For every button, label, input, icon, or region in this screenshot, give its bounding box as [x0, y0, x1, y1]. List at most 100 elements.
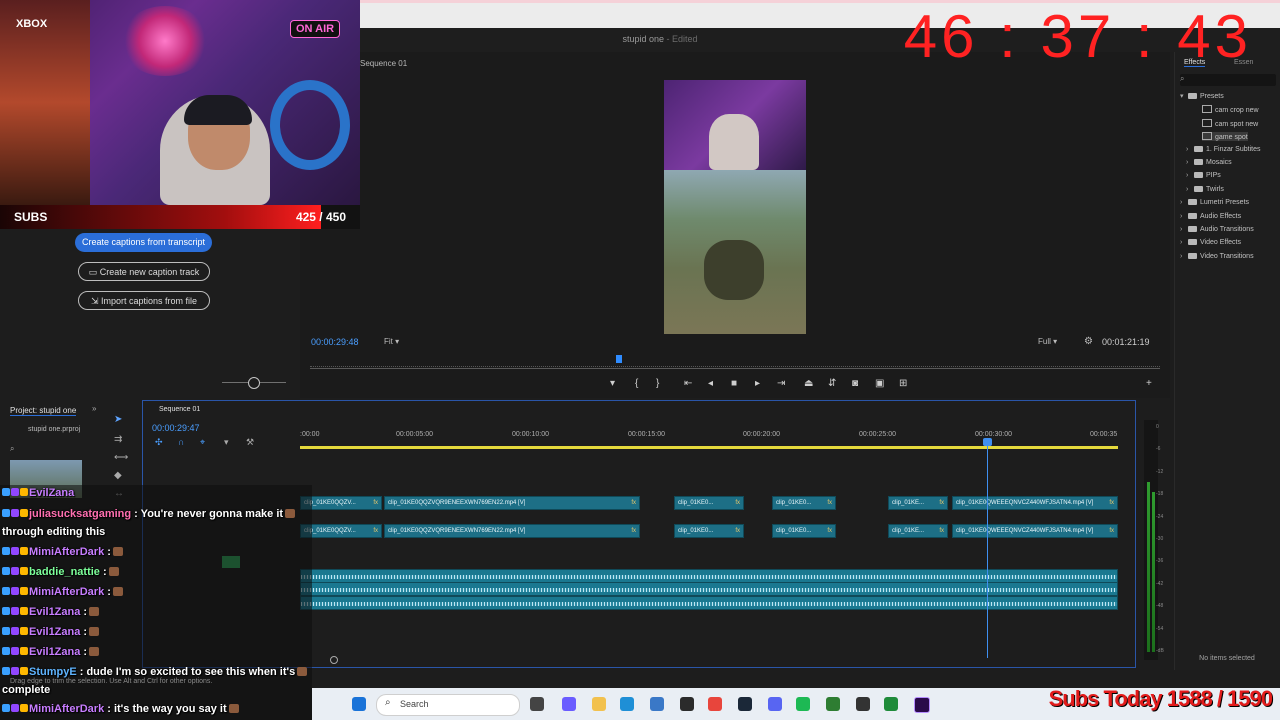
- video-clip[interactable]: clip_01KE0QQZVQR9ENEEXWN769EN22.mp4 [V] …: [384, 496, 640, 510]
- timeline-playhead[interactable]: [987, 438, 988, 658]
- chevron-right-icon[interactable]: ›: [1186, 186, 1194, 193]
- settings-wrench-icon[interactable]: ⚒: [246, 437, 254, 448]
- video-clip[interactable]: clip_01KE0... fx: [772, 496, 836, 510]
- import-captions-button[interactable]: ⇲ Import captions from file: [78, 291, 210, 310]
- effects-item-video-effects[interactable]: › Video Effects: [1180, 239, 1241, 246]
- video-clip[interactable]: clip_01KE0QQZV... fx: [300, 496, 382, 510]
- audio-clip-a1b[interactable]: [300, 582, 1118, 596]
- fx-badge-icon[interactable]: fx: [1109, 497, 1114, 509]
- create-caption-track-button[interactable]: ▭ Create new caption track: [78, 262, 210, 281]
- windows-start-icon[interactable]: [352, 697, 366, 711]
- step-forward-icon[interactable]: ▸: [755, 378, 760, 389]
- video-clip[interactable]: clip_01KE0QQZV... fx: [300, 524, 382, 538]
- video-clip[interactable]: clip_01KE... fx: [888, 524, 948, 538]
- fx-badge-icon[interactable]: fx: [631, 497, 636, 509]
- timeline-timecode[interactable]: 00:00:29:47: [152, 423, 200, 433]
- audio-clip-a2[interactable]: [300, 596, 1118, 610]
- copilot-icon[interactable]: [562, 697, 576, 711]
- effects-item-mosaics[interactable]: › Mosaics: [1186, 159, 1232, 166]
- selection-tool-icon[interactable]: ➤: [114, 414, 122, 425]
- stop-icon[interactable]: ■: [731, 378, 737, 389]
- add-marker-icon[interactable]: ⌖: [200, 437, 205, 448]
- obs-icon[interactable]: [680, 697, 694, 711]
- video-clip[interactable]: clip_01KE0QWEEEQNVCZ440WFJSATN4.mp4 [V] …: [952, 496, 1118, 510]
- lift-icon[interactable]: ⏏: [804, 378, 813, 389]
- mark-in-icon[interactable]: {: [635, 378, 638, 389]
- comparison-view-icon[interactable]: ▣: [875, 378, 884, 389]
- chevron-right-icon[interactable]: ›: [1180, 226, 1188, 233]
- fit-dropdown[interactable]: Fit ▾: [384, 337, 424, 346]
- fx-badge-icon[interactable]: fx: [373, 497, 378, 509]
- fx-badge-icon[interactable]: fx: [735, 497, 740, 509]
- timeline-tab[interactable]: Sequence 01: [159, 406, 200, 413]
- work-area-bar[interactable]: [300, 446, 1118, 449]
- xbox-app-icon[interactable]: [826, 697, 840, 711]
- fx-badge-icon[interactable]: fx: [631, 525, 636, 537]
- create-captions-from-transcript-button[interactable]: Create captions from transcript: [75, 233, 212, 252]
- add-marker-icon[interactable]: ▾: [610, 378, 615, 389]
- program-playhead[interactable]: [616, 355, 622, 363]
- chevron-right-icon[interactable]: ›: [1180, 213, 1188, 220]
- spotify-icon[interactable]: [796, 697, 810, 711]
- quality-dropdown[interactable]: Full ▾: [1038, 337, 1074, 346]
- effects-item-game-spot[interactable]: game spot: [1202, 132, 1248, 142]
- zoom-slider-knob[interactable]: [248, 377, 260, 389]
- taskbar-search[interactable]: [376, 694, 520, 716]
- task-view-icon[interactable]: [530, 697, 544, 711]
- effects-item-cam-crop-new[interactable]: cam crop new: [1202, 105, 1259, 114]
- export-frame-icon[interactable]: ◙: [852, 378, 858, 389]
- chrome-icon[interactable]: [708, 697, 722, 711]
- program-current-timecode[interactable]: 00:00:29:48: [311, 337, 359, 347]
- premiere-pro-icon[interactable]: [914, 697, 930, 713]
- search-icon[interactable]: ⌕: [10, 444, 14, 454]
- trim-icon[interactable]: ⊞: [899, 378, 907, 389]
- marker-icon[interactable]: ▾: [224, 437, 229, 448]
- file-explorer-icon[interactable]: [592, 697, 606, 711]
- effects-search-input[interactable]: ⌕: [1180, 74, 1276, 86]
- chevron-right-icon[interactable]: ›: [1180, 199, 1188, 206]
- timeline-zoom-knob[interactable]: [330, 656, 338, 664]
- chevron-right-icon[interactable]: ›: [1186, 172, 1194, 179]
- fx-badge-icon[interactable]: fx: [939, 497, 944, 509]
- fx-badge-icon[interactable]: fx: [735, 525, 740, 537]
- excel-icon[interactable]: [884, 697, 898, 711]
- video-clip[interactable]: clip_01KE0... fx: [772, 524, 836, 538]
- razor-tool-icon[interactable]: ◆: [114, 470, 122, 481]
- effects-item-audio-transitions[interactable]: › Audio Transitions: [1180, 226, 1254, 233]
- video-clip[interactable]: clip_01KE... fx: [888, 496, 948, 510]
- video-clip[interactable]: clip_01KE0... fx: [674, 524, 744, 538]
- program-monitor-tab[interactable]: Sequence 01: [360, 59, 407, 68]
- video-clip[interactable]: clip_01KE0QWEEEQNVCZ440WFJSATN4.mp4 [V] …: [952, 524, 1118, 538]
- effects-item-video-transitions[interactable]: › Video Transitions: [1180, 252, 1254, 260]
- step-back-icon[interactable]: ◂: [708, 378, 713, 389]
- chevron-right-icon[interactable]: ›: [1180, 239, 1188, 246]
- program-ruler[interactable]: [310, 356, 1160, 367]
- effects-item-pips[interactable]: › PIPs: [1186, 172, 1221, 179]
- track-select-tool-icon[interactable]: ⇉: [114, 434, 122, 445]
- effects-item-cam-spot-new[interactable]: cam spot new: [1202, 118, 1258, 128]
- media-player-icon[interactable]: [856, 697, 870, 711]
- discord-icon[interactable]: [768, 697, 782, 711]
- video-clip[interactable]: clip_01KE0... fx: [674, 496, 744, 510]
- fx-badge-icon[interactable]: fx: [1109, 525, 1114, 537]
- chevron-right-icon[interactable]: ›: [1186, 159, 1194, 166]
- edge-icon[interactable]: [620, 697, 634, 711]
- chevron-right-icon[interactable]: ›: [1180, 253, 1188, 260]
- effects-item-twirls[interactable]: › Twirls: [1186, 185, 1224, 193]
- extract-icon[interactable]: ⇵: [828, 378, 836, 389]
- fx-badge-icon[interactable]: fx: [939, 525, 944, 537]
- store-icon[interactable]: [650, 697, 664, 711]
- fx-badge-icon[interactable]: fx: [373, 525, 378, 537]
- effects-item-1-finzar-subtites[interactable]: › 1. Finzar Subtites: [1186, 145, 1260, 153]
- fx-badge-icon[interactable]: fx: [827, 497, 832, 509]
- fx-badge-icon[interactable]: fx: [827, 525, 832, 537]
- effects-item-audio-effects[interactable]: › Audio Effects: [1180, 212, 1241, 220]
- effects-item-lumetri-presets[interactable]: › Lumetri Presets: [1180, 199, 1249, 206]
- go-to-out-icon[interactable]: ⇥: [777, 378, 785, 389]
- chevron-down-icon[interactable]: ▾: [1180, 92, 1188, 100]
- linked-selection-icon[interactable]: ∩: [178, 437, 184, 447]
- video-clip[interactable]: clip_01KE0QQZVQR9ENEEXWN769EN22.mp4 [V] …: [384, 524, 640, 538]
- chevron-right-icon[interactable]: ›: [1186, 146, 1194, 153]
- ripple-edit-tool-icon[interactable]: ⟷: [114, 452, 128, 463]
- project-file[interactable]: stupid one.prproj: [28, 426, 80, 433]
